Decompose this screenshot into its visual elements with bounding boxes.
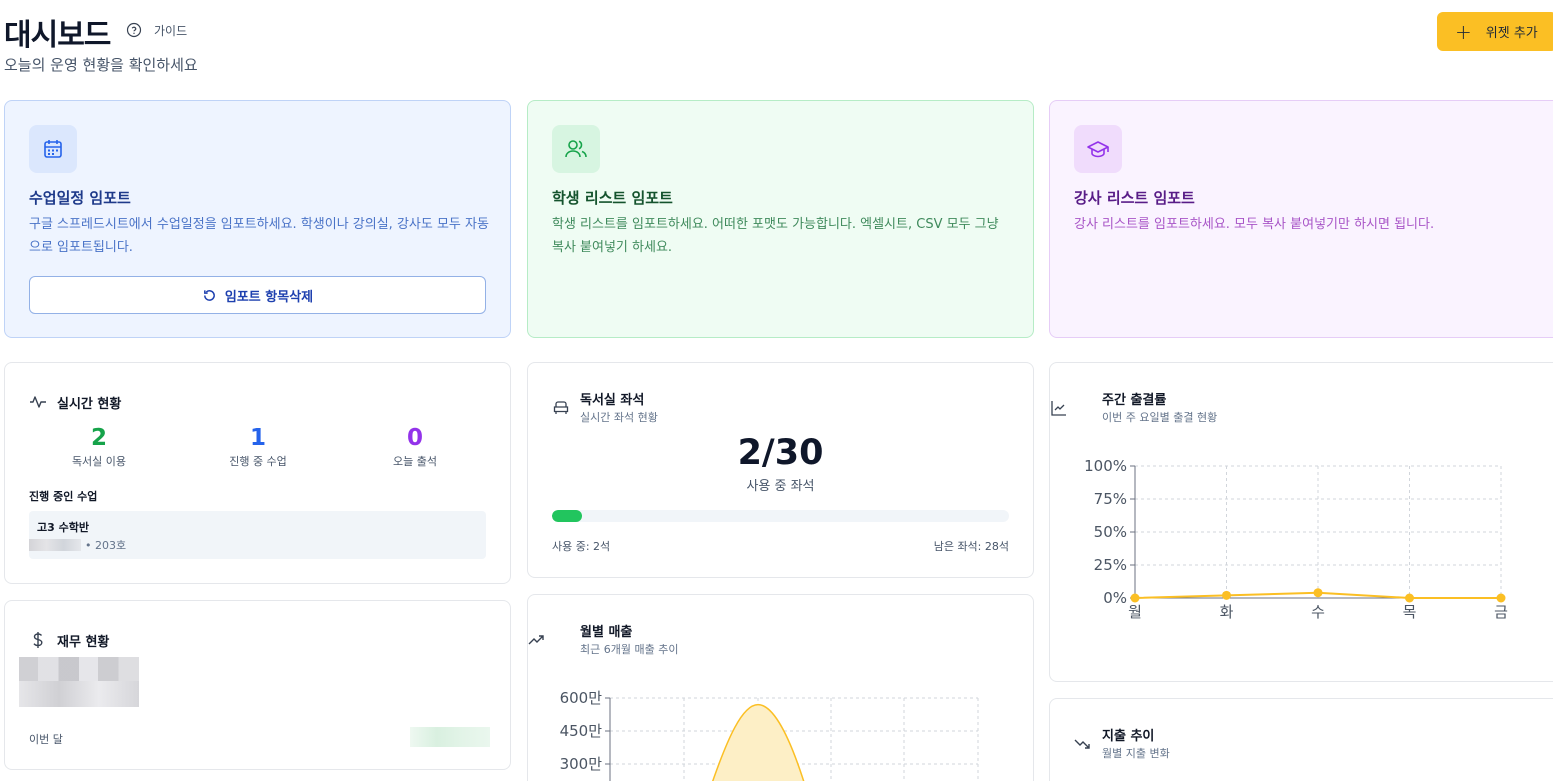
x-tick-label: 수 (1311, 603, 1325, 621)
guide-link[interactable]: 가이드 (154, 22, 187, 39)
redacted-change (19, 681, 139, 707)
widget-title: 지출 추이 (1102, 729, 1155, 744)
y-tick-label: 75% (1094, 490, 1127, 508)
widget-title: 재무 현황 (57, 635, 110, 650)
student-import-card[interactable]: 학생 리스트 임포트 학생 리스트를 임포트하세요. 어떠한 포맷도 가능합니다… (527, 100, 1034, 338)
armchair-icon (553, 401, 569, 414)
activity-icon (30, 396, 46, 408)
y-tick-label: 100% (1084, 457, 1127, 475)
realtime-status-widget: 실시간 현황 2 독서실 이용 1 진행 중 수업 0 오늘 출석 진행 중인 … (4, 362, 511, 584)
add-widget-button[interactable]: + 위젯 추가 (1437, 12, 1553, 51)
x-tick-label: 금 (1494, 603, 1508, 621)
x-tick-label: 월 (1128, 603, 1142, 621)
y-tick-label: 50% (1094, 523, 1127, 541)
expense-trend-widget: 지출 추이 월별 지출 변화 (1049, 698, 1553, 781)
users-icon (552, 125, 600, 173)
widget-subtitle: 월별 지출 변화 (1102, 747, 1170, 760)
widget-title: 독서실 좌석 (580, 393, 645, 408)
x-tick-label: 화 (1220, 603, 1234, 621)
y-tick-label: 0% (1103, 589, 1127, 607)
stat-value: 0 (406, 425, 423, 451)
card-title: 강사 리스트 임포트 (1074, 189, 1195, 207)
monthly-revenue-widget: 월별 매출 최근 6개월 매출 추이 600만 450만 300만 (527, 594, 1034, 781)
seat-count: 2/30 (737, 433, 824, 473)
reading-room-seats-widget: 독서실 좌석 실시간 좌석 현황 2/30 사용 중 좌석 사용 중: 2석 남… (527, 362, 1034, 578)
add-widget-label: 위젯 추가 (1485, 26, 1538, 41)
data-point (1405, 593, 1414, 603)
class-room: • 203호 (29, 537, 486, 553)
y-tick-label: 600만 (560, 689, 603, 707)
graduation-cap-icon (1074, 125, 1122, 173)
rotate-ccw-icon (203, 289, 215, 301)
data-point (1222, 590, 1231, 600)
card-description: 강사 리스트를 임포트하세요. 모두 복사 붙여넣기만 하시면 됩니다. (1074, 217, 1435, 232)
trending-down-icon (1074, 739, 1090, 749)
y-tick-label: 300만 (560, 755, 603, 773)
finance-widget: 재무 현황 이번 달 (4, 600, 511, 770)
card-description: 학생 리스트를 임포트하세요. 어떠한 포맷도 가능합니다. 엑셀시트, CSV… (552, 217, 999, 255)
data-point (1130, 593, 1140, 603)
delete-imported-label: 임포트 항목삭제 (224, 289, 314, 305)
stat-value: 2 (90, 425, 107, 451)
data-point (1313, 588, 1323, 598)
redacted-value (410, 727, 490, 747)
stat-label: 독서실 이용 (71, 455, 127, 468)
stat-label: 오늘 출석 (393, 455, 437, 468)
x-tick-label: 목 (1403, 603, 1417, 621)
stat-today-attendance: 0 오늘 출석 (345, 425, 485, 469)
class-name: 고3 수학반 (37, 521, 89, 534)
period-label: 이번 달 (29, 733, 63, 746)
seats-used-text: 사용 중: 2석 (552, 540, 611, 553)
instructor-import-card[interactable]: 강사 리스트 임포트 강사 리스트를 임포트하세요. 모두 복사 붙여넣기만 하… (1049, 100, 1553, 338)
data-point (1496, 593, 1506, 603)
plus-icon: + (1455, 19, 1472, 44)
redacted-instructor (29, 539, 81, 551)
ongoing-class-item[interactable]: 고3 수학반 • 203호 (29, 511, 486, 559)
widget-title: 실시간 현황 (57, 397, 122, 412)
stat-ongoing-class: 1 진행 중 수업 (188, 425, 328, 469)
dollar-icon (33, 632, 43, 648)
card-title: 학생 리스트 임포트 (552, 189, 673, 207)
page-title: 대시보드 (4, 18, 111, 53)
widget-subtitle: 실시간 좌석 현황 (580, 411, 658, 424)
class-room-label: • 203호 (85, 539, 127, 552)
stat-reading-room: 2 독서실 이용 (29, 425, 169, 469)
weekly-attendance-widget: 주간 출결률 이번 주 요일별 출결 현황 0% 25% 50% 75% 100% 월 화 수… (1049, 362, 1553, 682)
weekly-attendance-chart: 0% 25% 50% 75% 100% 월 화 수 목 금 (1084, 457, 1508, 621)
delete-imported-button[interactable]: 임포트 항목삭제 (29, 276, 486, 314)
schedule-import-card[interactable]: 수업일정 임포트 구글 스프레드시트에서 수업일정을 임포트하세요. 학생이나 … (4, 100, 511, 338)
ongoing-classes-heading: 진행 중인 수업 (29, 490, 98, 503)
card-description: 구글 스프레드시트에서 수업일정을 임포트하세요. 학생이나 강의실, 강사도 … (29, 217, 489, 255)
calendar-icon (29, 125, 77, 173)
y-tick-label: 450만 (560, 722, 603, 740)
area-series (711, 703, 805, 781)
card-title: 수업일정 임포트 (29, 189, 131, 207)
page-subtitle: 오늘의 운영 현황을 확인하세요 (4, 56, 198, 74)
y-tick-label: 25% (1094, 556, 1127, 574)
seats-left-text: 남은 좌석: 28석 (933, 540, 1009, 553)
seat-progress-fill (552, 510, 583, 522)
stat-label: 진행 중 수업 (229, 455, 287, 468)
stat-value: 1 (249, 425, 266, 451)
help-circle-icon[interactable] (126, 22, 142, 38)
seat-count-label: 사용 중 좌석 (746, 479, 815, 494)
monthly-revenue-chart: 600만 450만 300만 (560, 689, 979, 781)
seat-progress-bar (552, 510, 1009, 522)
